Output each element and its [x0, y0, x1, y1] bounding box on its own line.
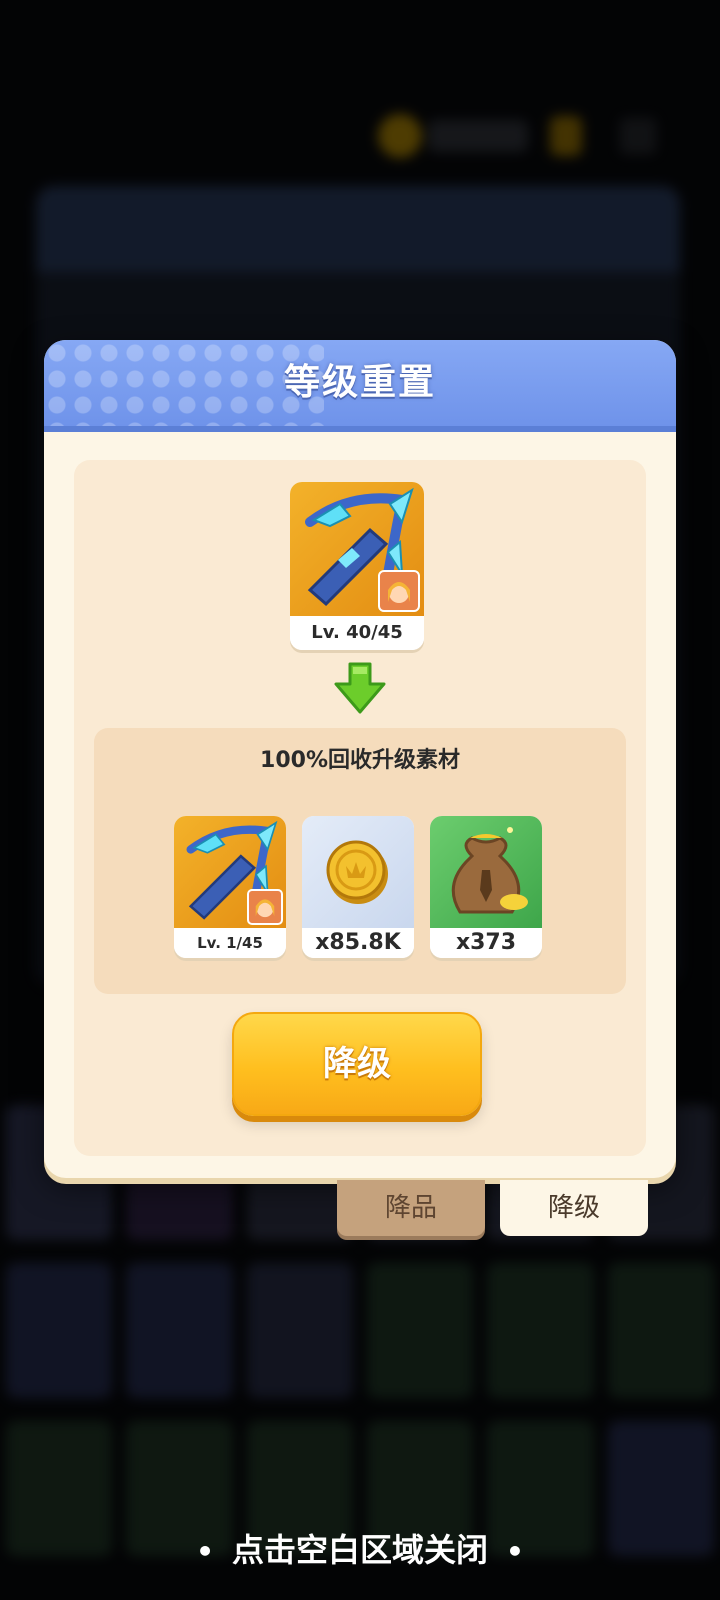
modal-header: 等级重置 [44, 340, 676, 432]
current-item-card[interactable]: Lv. 40/45 [290, 482, 424, 650]
tab-quality-downgrade[interactable]: 降品 [337, 1180, 485, 1236]
gold-coin-icon [302, 816, 414, 928]
modal-title: 等级重置 [283, 362, 436, 403]
crossbow-icon [174, 816, 286, 928]
recycle-title: 100%回收升级素材 [260, 748, 460, 773]
reward-item-crossbow[interactable]: Lv. 1/45 [174, 816, 286, 958]
reward-item-material[interactable]: x373 [430, 816, 542, 958]
current-level-label: Lv. 40/45 [290, 616, 424, 650]
close-hint: • 点击空白区域关闭 • [0, 1525, 720, 1571]
level-reset-modal: 等级重置 Lv. 40/45 100%回收升级素材 Lv. 1/45 x85.8… [44, 340, 676, 1178]
arrow-down-icon [334, 662, 386, 714]
modal-content: Lv. 40/45 100%回收升级素材 Lv. 1/45 x85.8K x37… [74, 460, 646, 1156]
reward-label: x373 [430, 928, 542, 958]
reward-item-gold[interactable]: x85.8K [302, 816, 414, 958]
bullet-icon: • [506, 1535, 524, 1568]
downgrade-button[interactable]: 降级 [232, 1012, 482, 1116]
close-hint-text: 点击空白区域关闭 [231, 1531, 488, 1569]
tab-level-downgrade[interactable]: 降级 [500, 1180, 648, 1236]
reward-label: x85.8K [302, 928, 414, 958]
crossbow-icon [290, 482, 424, 616]
material-bag-icon [430, 816, 542, 928]
reward-label: Lv. 1/45 [174, 928, 286, 958]
recycle-materials-box: 100%回收升级素材 Lv. 1/45 x85.8K x373 [94, 728, 626, 994]
hero-portrait-icon [247, 889, 283, 925]
hero-portrait-icon [378, 570, 420, 612]
bullet-icon: • [196, 1535, 214, 1568]
